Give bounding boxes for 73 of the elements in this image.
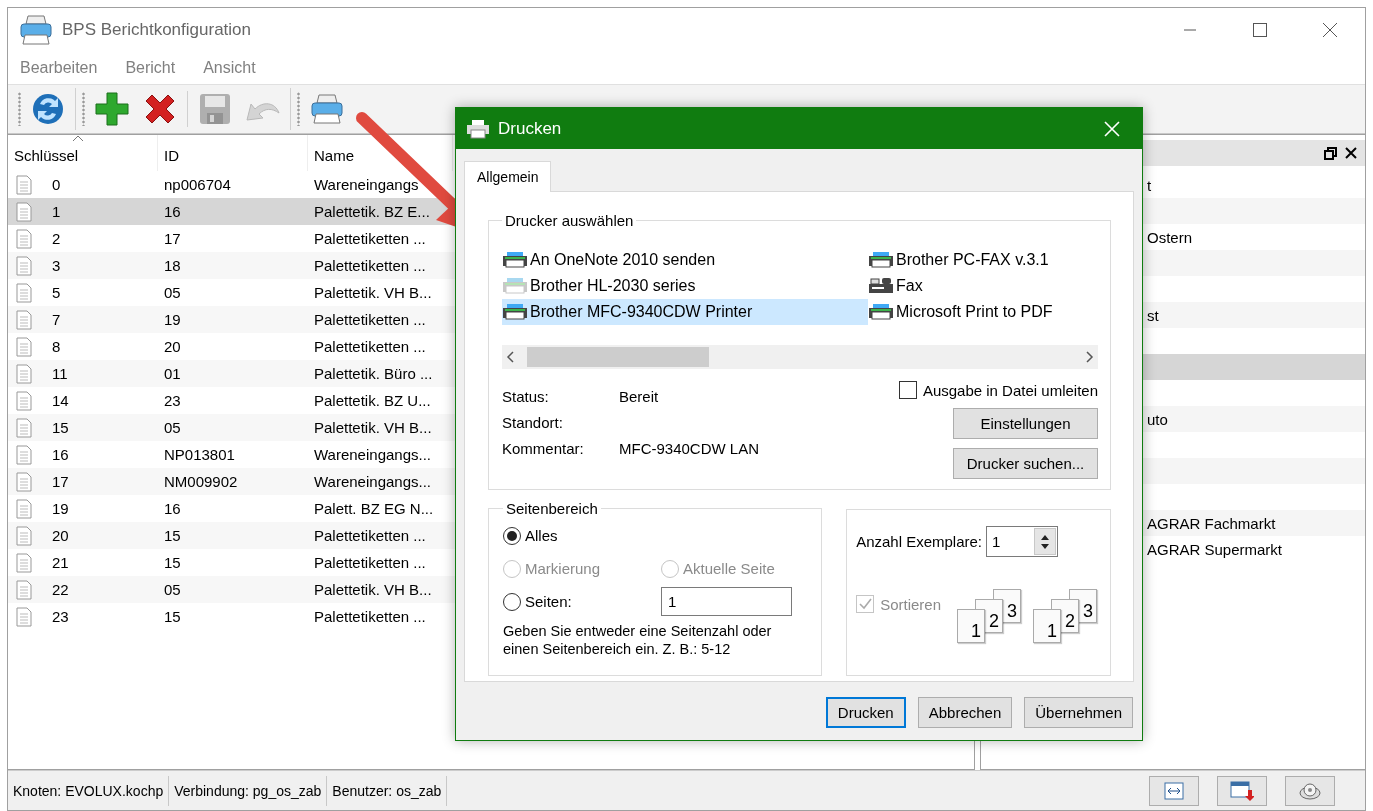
table-cell-text: 22 [51, 581, 69, 598]
table-cell-text: 2 [51, 230, 61, 247]
status-text: Benutzer: os_zab [327, 775, 448, 806]
table-cell-text: t [1146, 176, 1152, 194]
table-cell-text: 15 [163, 554, 182, 571]
table-cell-text: 23 [51, 608, 69, 625]
table-cell-text: Palettetik. VH B... [313, 419, 433, 436]
table-cell-text: 3 [51, 257, 61, 274]
table-cell-text: 20 [163, 338, 182, 355]
table-cell-text: Palettetiketten ... [313, 257, 427, 274]
table-cell-text: 18 [163, 257, 182, 274]
field-label: Standort: [502, 413, 564, 431]
table-cell-text: 0 [51, 176, 61, 193]
table-cell-text: 14 [51, 392, 69, 409]
table-cell-text: 7 [51, 311, 61, 328]
table-cell-text: 01 [163, 365, 182, 382]
table-cell-text: 16 [163, 203, 182, 220]
table-cell-text: Palettetiketten ... [313, 338, 427, 355]
table-cell-text: 16 [51, 446, 69, 463]
table-cell-text: 11 [51, 365, 68, 382]
table-cell-text: Palettetiketten ... [313, 527, 427, 544]
page-sheet: 1 [957, 609, 985, 643]
table-cell-text: 15 [163, 527, 182, 544]
table-cell-text: st [1146, 306, 1159, 324]
table-cell-text: Palettetiketten ... [313, 311, 427, 328]
table-cell-text: NM009902 [163, 473, 239, 490]
field-value: Bereit [619, 387, 660, 405]
table-cell-text: Palett. BZ EG N... [313, 500, 435, 517]
table-cell-text: 23 [163, 392, 182, 409]
table-cell-text: 5 [51, 284, 61, 301]
table-cell-text: 17 [51, 473, 69, 490]
status-text: Verbindung: pg_os_zab [169, 775, 328, 806]
table-cell-text: Palettetiketten ... [313, 554, 427, 571]
table-cell-text: 19 [163, 311, 182, 328]
table-cell-text: np006704 [163, 176, 232, 193]
page-sheet: 1 [1033, 609, 1061, 643]
table-cell-text: NP013801 [163, 446, 236, 463]
table-cell-text: Palettetik. BZ E... [313, 203, 431, 220]
table-cell-text: Wareneingangs [313, 176, 420, 193]
table-cell-text: AGRAR Supermarkt [1146, 540, 1283, 558]
table-cell-text: 19 [51, 500, 69, 517]
table-cell-text: 05 [163, 419, 182, 436]
status-text: Knoten: EVOLUX.kochp [8, 775, 170, 806]
dialog-title: Drucken [498, 118, 562, 139]
window-title: BPS Berichtkonfiguration [62, 20, 251, 40]
group-label: Drucker auswählen [504, 212, 635, 229]
table-cell-text: 05 [163, 284, 182, 301]
table-cell-text: Palettetiketten ... [313, 608, 427, 625]
table-cell-text: Palettetiketten ... [313, 230, 427, 247]
table-cell-text: 1 [51, 203, 61, 220]
table-cell-text: Wareneingangs... [313, 473, 432, 490]
table-cell-text: 8 [51, 338, 61, 355]
table-cell-text: uto [1146, 410, 1168, 428]
table-cell-text: Wareneingangs... [313, 446, 432, 463]
field-label: Status: [502, 387, 550, 405]
group-label: Seitenbereich [505, 500, 599, 517]
hint-text: Geben Sie entweder eine Seitenzahl oder einen Seitenbereich ein. Z. B.: 5-12 [503, 622, 773, 658]
table-cell-text: 15 [51, 419, 69, 436]
table-cell-text: Palettetik. VH B... [313, 284, 433, 301]
table-cell-text: 16 [163, 500, 182, 517]
field-label: Kommentar: [502, 439, 585, 457]
table-cell-text: Ostern [1146, 228, 1192, 246]
field-value: MFC-9340CDW LAN [619, 439, 760, 457]
table-cell-text: 05 [163, 581, 182, 598]
table-cell-text: 21 [51, 554, 69, 571]
table-cell-text: Palettetik. VH B... [313, 581, 433, 598]
table-cell-text: Palettetik. Büro ... [313, 365, 434, 382]
table-cell-text: 20 [51, 527, 69, 544]
table-cell-text: AGRAR Fachmarkt [1146, 514, 1276, 532]
field-label: Anzahl Exemplare: [856, 533, 983, 550]
table-cell-text: 17 [163, 230, 182, 247]
table-cell-text: Palettetik. BZ U... [313, 392, 432, 409]
table-cell-text: 15 [163, 608, 182, 625]
